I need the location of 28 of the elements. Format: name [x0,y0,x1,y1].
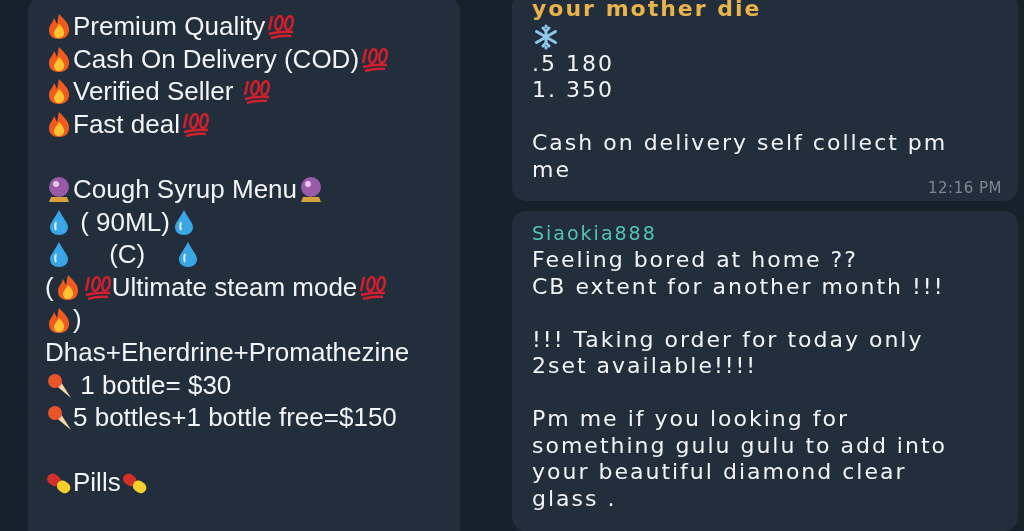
message-text: Verified Seller [73,75,235,108]
message-text: Cash on delivery self collect pm me [532,130,948,182]
message-text: Dhas+Eherdrine+Promathezine [45,335,410,369]
hundred-icon [265,12,296,41]
message-text: (C) [108,238,147,271]
message-text: Ultimate steam mode [111,270,358,304]
message-text: 1 bottle= $30 [79,368,232,402]
message-text: !!! Taking order for today only 2set available!!!! [532,326,925,380]
message-text: ) [73,303,82,336]
message-text: ( 90ML) [79,205,170,239]
message-text: Feeling bored at home ?? [532,247,858,274]
message-text: 5 bottles+1 bottle free=$150 [73,401,397,434]
cone-icon [45,403,73,432]
quoted-text: your mother die [532,0,762,23]
hundred-icon [357,273,388,302]
message-text: Cash On Delivery (COD) [73,42,360,76]
message-text: Cough Syrup Menu [73,172,298,206]
message-text: Fast deal [73,107,180,141]
message-text: .5 180 [532,50,614,77]
message-text: Pills [73,466,121,499]
message-text: ( [45,270,54,304]
snowflake-icon [532,22,560,51]
message-time: 12:16 PM [928,179,1002,197]
message-text: CB extent for another month !!! [532,273,945,300]
message-text: Premium Quality [73,10,266,43]
message-text: 1. 350 [532,77,614,104]
sender-name: Siaokia888 [532,221,658,246]
message-text: Pm me if you looking for something gulu gulu to add into your beautiful diamond clear glass . [532,406,948,512]
